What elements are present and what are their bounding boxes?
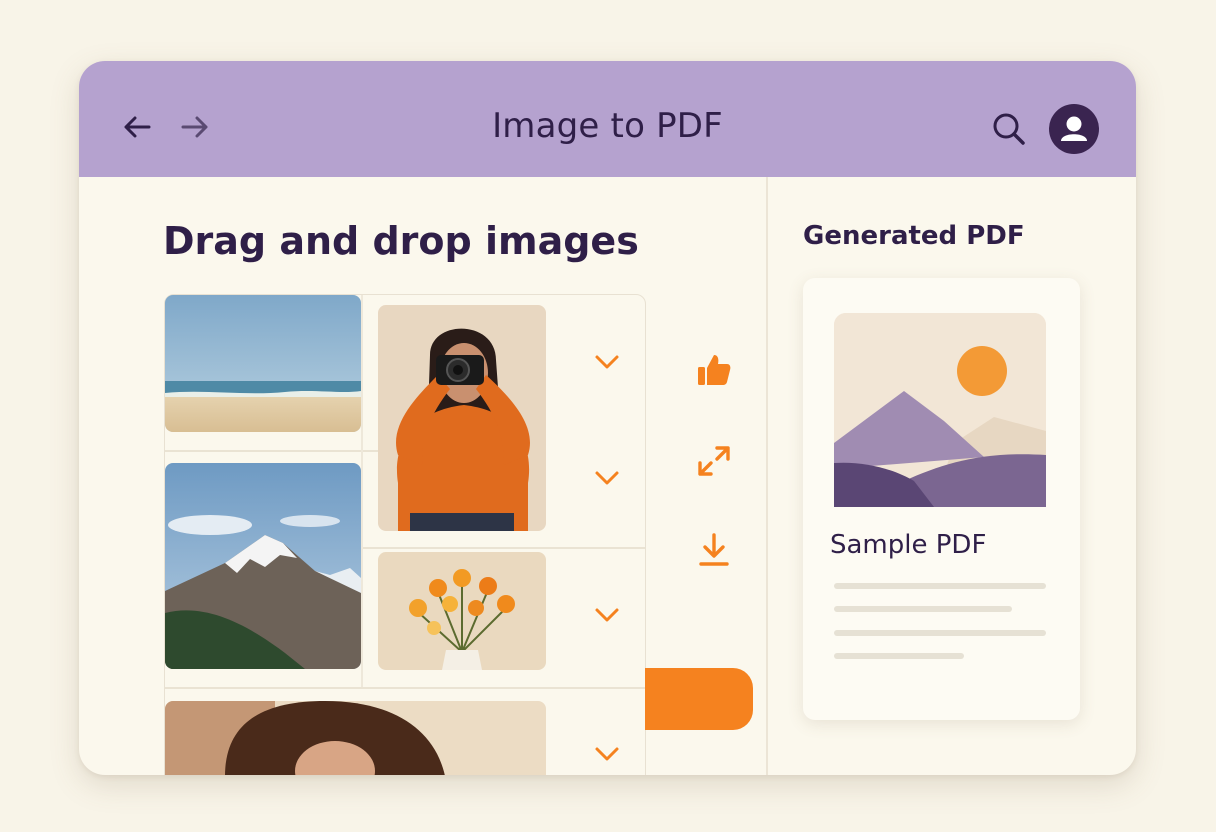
- search-button[interactable]: [987, 107, 1031, 151]
- search-icon: [993, 113, 1025, 145]
- generated-pdf-heading: Generated PDF: [803, 221, 1025, 251]
- upload-heading: Drag and drop images: [163, 219, 639, 263]
- convert-button[interactable]: [645, 668, 753, 730]
- image-thumbnail-flowers[interactable]: [378, 552, 546, 670]
- pdf-file-name: Sample PDF: [830, 530, 987, 560]
- row-divider: [363, 547, 645, 549]
- page-title: Image to PDF: [492, 106, 723, 146]
- panel-divider: [766, 177, 768, 775]
- like-button[interactable]: [691, 347, 737, 393]
- pdf-preview-card[interactable]: Sample PDF: [803, 278, 1080, 720]
- top-bar: Image to PDF: [79, 61, 1136, 177]
- image-thumbnail-photographer[interactable]: [378, 305, 546, 531]
- row-divider: [165, 687, 645, 689]
- text-placeholder-line: [834, 583, 1046, 589]
- download-button[interactable]: [691, 527, 737, 573]
- text-placeholder-line: [834, 653, 964, 659]
- row-divider: [165, 450, 380, 452]
- pdf-thumbnail: [834, 313, 1046, 507]
- user-avatar-button[interactable]: [1049, 104, 1099, 154]
- image-thumbnail-mountain[interactable]: [165, 463, 361, 669]
- app-window: Image to PDF Drag and drop images Genera…: [79, 61, 1136, 775]
- chevron-down-icon[interactable]: [592, 600, 622, 630]
- column-divider: [361, 295, 363, 687]
- user-avatar-icon: [1061, 116, 1087, 141]
- image-thumbnail-woman-portrait[interactable]: [165, 701, 546, 775]
- chevron-down-icon[interactable]: [592, 347, 622, 377]
- text-placeholder-line: [834, 606, 1012, 612]
- image-thumbnail-beach[interactable]: [165, 295, 361, 432]
- resize-button[interactable]: [691, 438, 737, 484]
- expand-arrows-icon: [698, 446, 730, 476]
- chevron-down-icon[interactable]: [592, 463, 622, 493]
- chevron-down-icon[interactable]: [592, 739, 622, 769]
- image-drop-zone[interactable]: [164, 294, 646, 775]
- download-icon: [699, 533, 729, 566]
- text-placeholder-line: [834, 630, 1046, 636]
- thumbs-up-icon: [698, 355, 731, 385]
